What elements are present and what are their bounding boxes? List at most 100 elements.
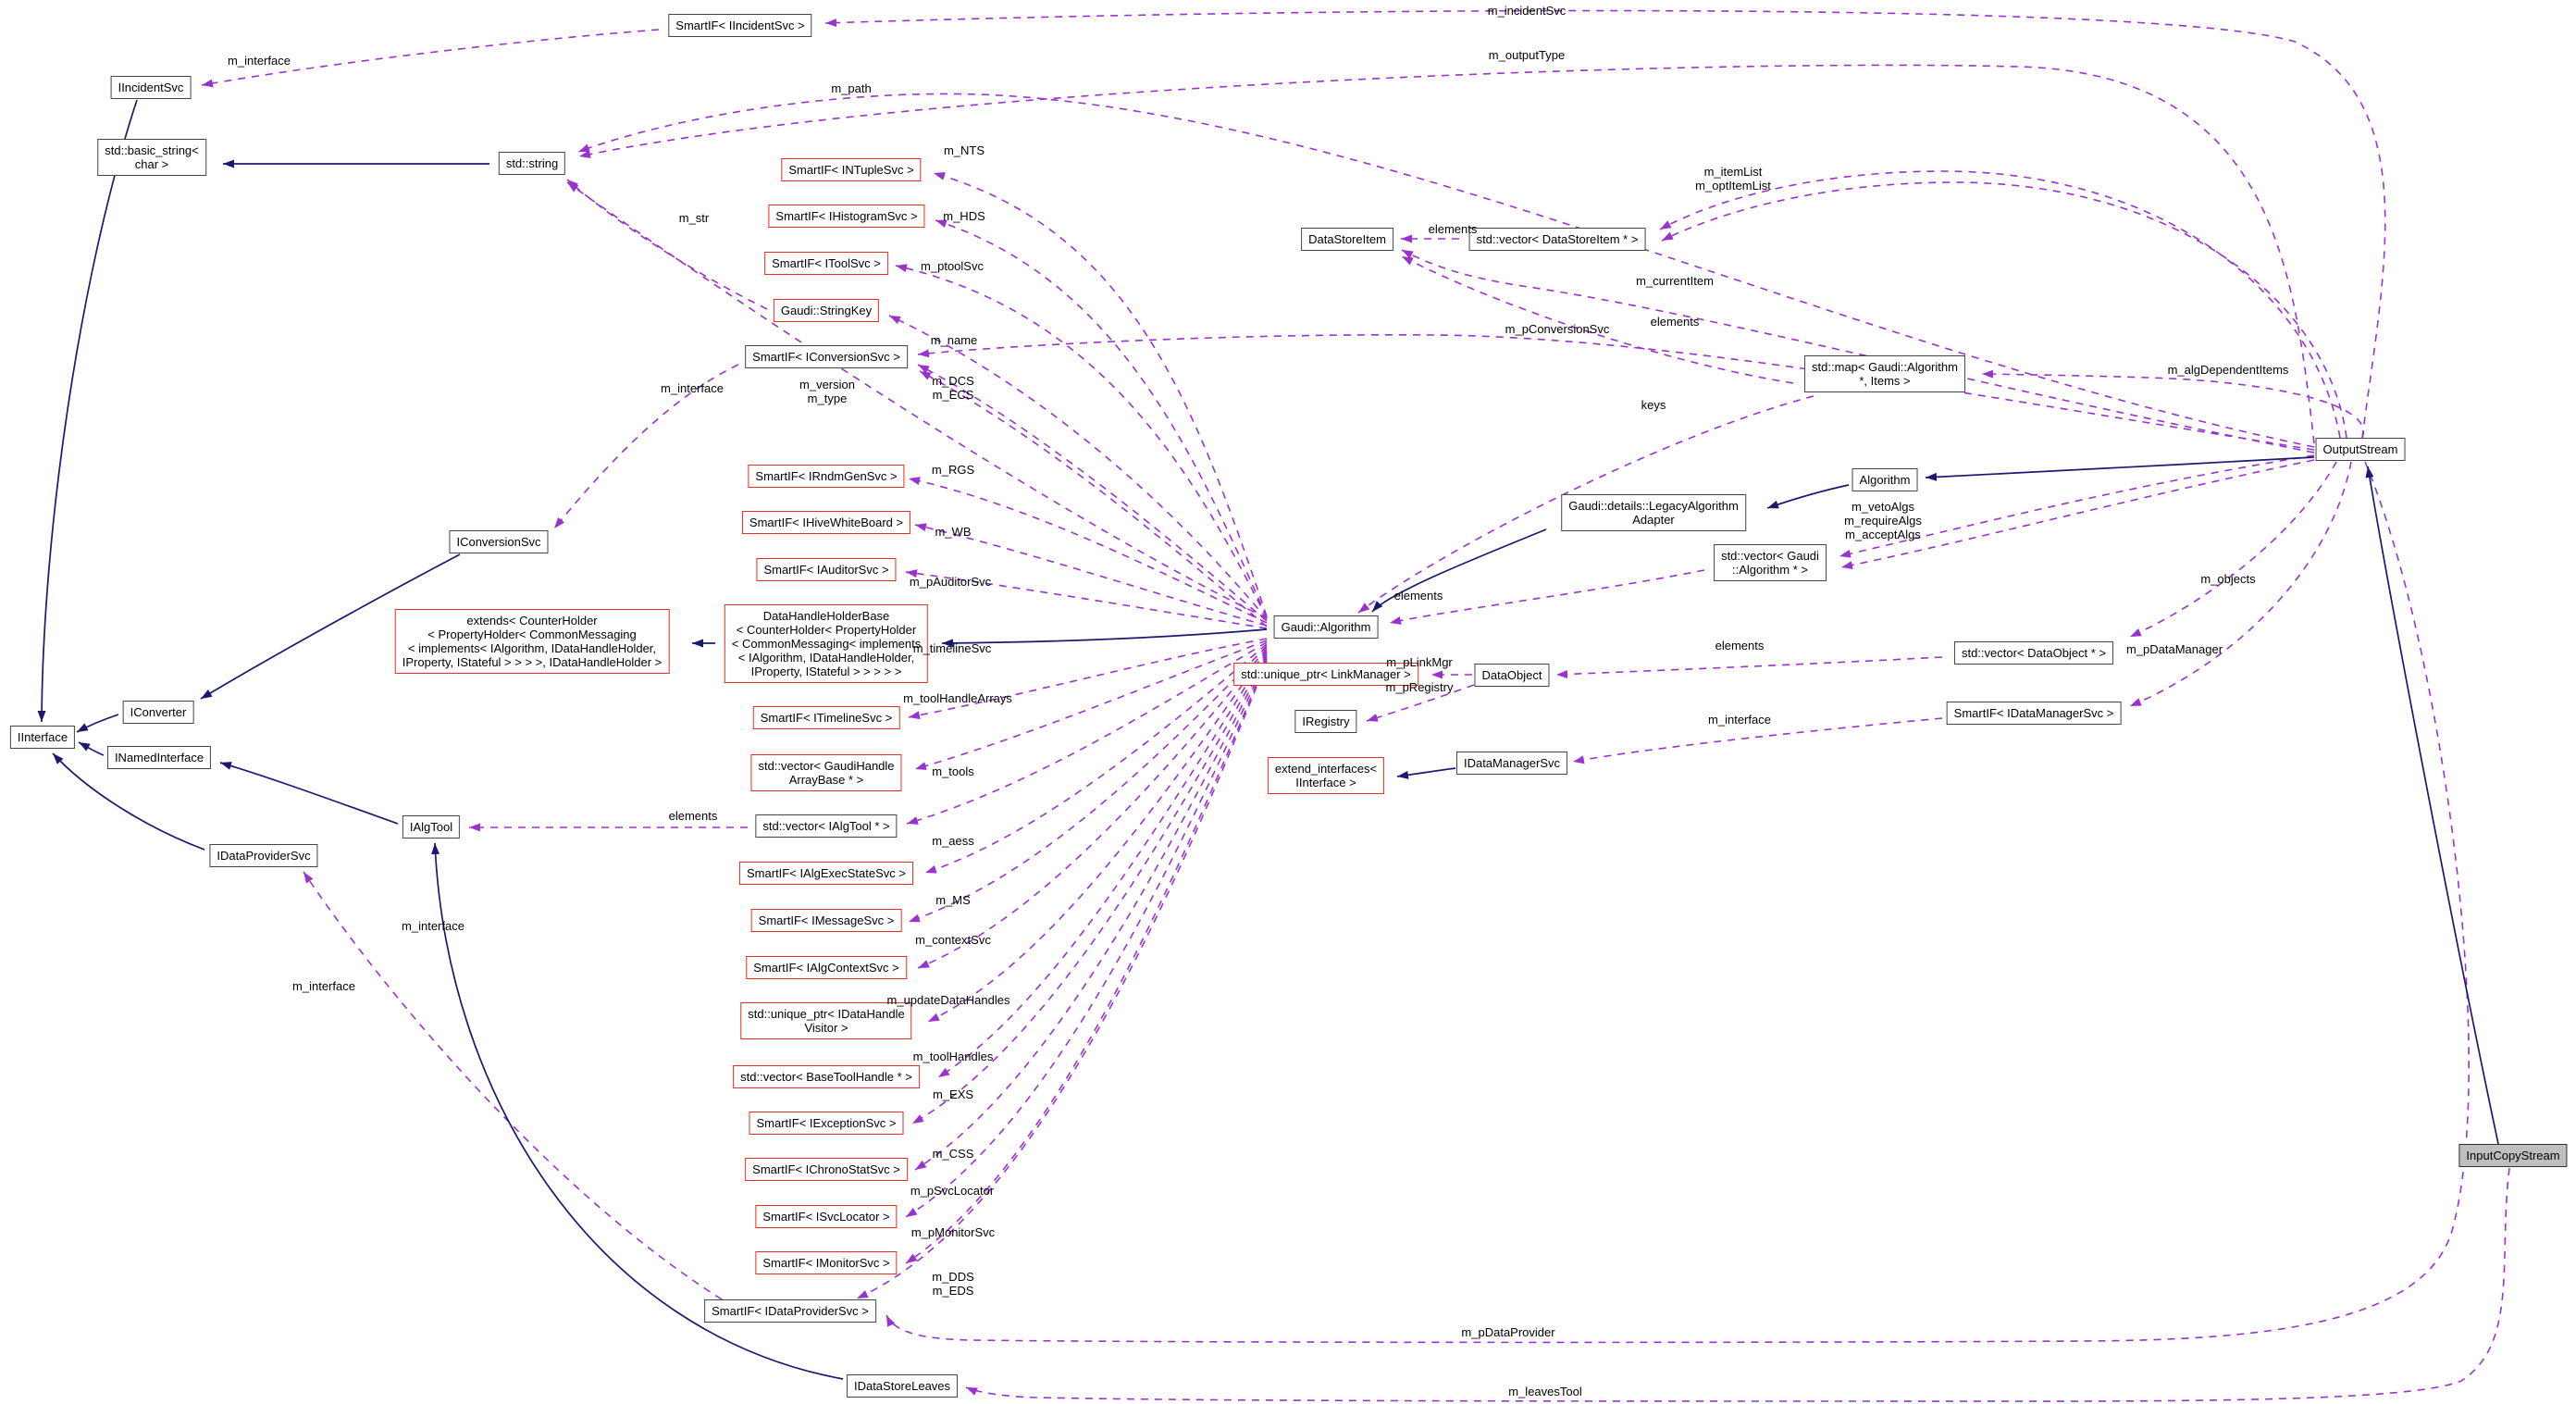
node-inamedinterface[interactable]: INamedInterface [107, 746, 211, 769]
node-smartif-ihivewhiteboard[interactable]: SmartIF< IHiveWhiteBoard > [742, 511, 910, 534]
node-idatastoreleaves[interactable]: IDataStoreLeaves [847, 1374, 958, 1398]
node-smartif-idatamanagersvc[interactable]: SmartIF< IDataManagerSvc > [1947, 702, 2122, 725]
node-label: std::vector< BaseToolHandle * > [740, 1070, 912, 1084]
node-idatamanagersvc[interactable]: IDataManagerSvc [1456, 752, 1567, 775]
node-vector-basetoolhandle[interactable]: std::vector< BaseToolHandle * > [733, 1065, 920, 1088]
node-label: SmartIF< IAuditorSvc > [763, 563, 888, 577]
node-smartif-ialgexecstatesvc[interactable]: SmartIF< IAlgExecStateSvc > [739, 862, 913, 885]
edge-label-m-currentitem: m_currentItem [1636, 274, 1714, 288]
node-iconversionsvc[interactable]: IConversionSvc [449, 530, 548, 553]
edge-vector-dataobject-to-dataobject-elements [1556, 657, 1942, 675]
node-label: SmartIF< ISvcLocator > [762, 1210, 889, 1224]
node-vector-gaudi-algorithm[interactable]: std::vector< Gaudi::Algorithm * > [1714, 544, 1827, 581]
node-label: SmartIF< IDataProviderSvc > [712, 1304, 869, 1318]
node-smartif-irndmgensvc[interactable]: SmartIF< IRndmGenSvc > [748, 465, 904, 488]
node-label: SmartIF< IHistogramSvc > [775, 209, 917, 223]
node-label: std::unique_ptr< IDataHandle [748, 1007, 904, 1021]
node-uniqueptr-idatahandlevisitor[interactable]: std::unique_ptr< IDataHandleVisitor > [740, 1002, 911, 1039]
node-gaudi-stringkey[interactable]: Gaudi::StringKey [774, 299, 879, 322]
node-smartif-ichronostatsvc[interactable]: SmartIF< IChronoStatSvc > [745, 1158, 908, 1181]
node-datahandleholderbase[interactable]: DataHandleHolderBase< CounterHolder< Pro… [724, 604, 928, 683]
node-vector-gaudihandlearraybase[interactable]: std::vector< GaudiHandleArrayBase * > [750, 754, 901, 791]
edge-smartif-idataprovidersvc-to-idataprovidersvc-m-interface [303, 872, 722, 1299]
node-smartif-iconversionsvc[interactable]: SmartIF< IConversionSvc > [745, 345, 908, 368]
node-label: Gaudi::StringKey [781, 304, 872, 317]
node-gaudi-algorithm[interactable]: Gaudi::Algorithm [1274, 615, 1379, 639]
node-dataobject[interactable]: DataObject [1474, 664, 1549, 687]
node-smartif-imessagesvc[interactable]: SmartIF< IMessageSvc > [751, 909, 902, 932]
edge-label-m-objects: m_objects [2200, 572, 2255, 586]
edge-label-m-pmonitorsvc: m_pMonitorSvc [911, 1225, 995, 1239]
node-smartif-ihistogramsvc[interactable]: SmartIF< IHistogramSvc > [768, 205, 924, 228]
edge-label-elements: elements [1715, 639, 1765, 652]
node-label: std::vector< Gaudi [1721, 549, 1819, 563]
edge-gaudi-algorithm-to-smartif-ihistogramsvc-m-hds [935, 220, 1267, 617]
edge-label-m-updatedatahandles: m_updateDataHandles [887, 993, 1010, 1007]
node-label: std::vector< DataObject * > [1962, 646, 2106, 660]
node-smartif-itimelinesvc[interactable]: SmartIF< ITimelineSvc > [753, 706, 900, 729]
node-label: IInterface > [1275, 776, 1377, 789]
node-std-string[interactable]: std::string [499, 152, 565, 175]
node-label: InputCopyStream [2466, 1149, 2559, 1162]
node-label: std::unique_ptr< LinkManager > [1241, 667, 1411, 681]
node-map-gaudi-algorithm-items[interactable]: std::map< Gaudi::Algorithm*, Items > [1804, 355, 1965, 392]
node-smartif-ialgcontextsvc[interactable]: SmartIF< IAlgContextSvc > [746, 956, 907, 979]
node-smartif-itoolsvc[interactable]: SmartIF< IToolSvc > [764, 252, 888, 275]
node-label: SmartIF< IToolSvc > [772, 256, 881, 270]
node-smartif-iincidentsvc[interactable]: SmartIF< IIncidentSvc > [668, 14, 811, 37]
node-smartif-iauditorsvc[interactable]: SmartIF< IAuditorSvc > [756, 558, 896, 581]
node-smartif-intuplesvc[interactable]: SmartIF< INTupleSvc > [781, 158, 921, 181]
edge-label-m-aess: m_aess [932, 834, 974, 848]
node-extend-interfaces-iinterface[interactable]: extend_interfaces<IInterface > [1268, 757, 1384, 794]
node-smartif-iexceptionsvc[interactable]: SmartIF< IExceptionSvc > [749, 1112, 903, 1135]
node-label: IDataStoreLeaves [854, 1379, 950, 1393]
node-vector-ialgtool[interactable]: std::vector< IAlgTool * > [755, 814, 897, 838]
node-vector-datastoreitem[interactable]: std::vector< DataStoreItem * > [1469, 228, 1646, 251]
node-label: SmartIF< ITimelineSvc > [761, 711, 893, 725]
node-label: std::string [506, 156, 558, 170]
node-label: IAlgTool [410, 820, 452, 834]
edge-label-m-interface: m_interface [1708, 713, 1771, 727]
node-smartif-idataprovidersvc[interactable]: SmartIF< IDataProviderSvc > [704, 1299, 876, 1323]
node-datastoreitem[interactable]: DataStoreItem [1301, 228, 1393, 251]
node-algorithm[interactable]: Algorithm [1852, 468, 1918, 491]
node-smartif-imonitorsvc[interactable]: SmartIF< IMonitorSvc > [755, 1251, 897, 1274]
edge-outputstream-to-smartif-idataprovidersvc-m-pdataprovider [886, 462, 2469, 1342]
node-idataprovidersvc[interactable]: IDataProviderSvc [209, 844, 317, 867]
node-vector-dataobject[interactable]: std::vector< DataObject * > [1954, 641, 2113, 665]
edge-label-m-itemlist: m_itemListm_optItemList [1695, 165, 1771, 193]
edge-gaudi-algorithm-to-vector-ialgtool-m-tools [907, 642, 1267, 824]
node-iconverter[interactable]: IConverter [123, 701, 194, 724]
node-label: Visitor > [748, 1021, 904, 1035]
edge-outputstream-to-vector-dataobject-m-objects [2130, 462, 2336, 637]
node-label: SmartIF< IMonitorSvc > [762, 1256, 889, 1270]
edge-inputcopystream-inherits-outputstream [2368, 466, 2498, 1144]
node-iregistry[interactable]: IRegistry [1294, 710, 1356, 733]
edge-inamedinterface-inherits-iinterface [79, 742, 104, 755]
node-label: extends< CounterHolder [402, 614, 663, 627]
node-label: DataStoreItem [1308, 232, 1386, 246]
node-label: SmartIF< IAlgContextSvc > [753, 961, 899, 975]
edge-label-m-path: m_path [831, 81, 871, 95]
node-inputcopystream[interactable]: InputCopyStream [2458, 1144, 2567, 1167]
node-basic-string[interactable]: std::basic_string<char > [97, 139, 206, 176]
node-label: std::vector< GaudiHandle [758, 759, 894, 773]
node-label: Adapter [1568, 513, 1739, 527]
edge-label-m-timelinesvc: m_timelineSvc [913, 641, 992, 655]
edge-label-m-ptoolsvc: m_ptoolSvc [921, 259, 984, 273]
edge-label-m-toolhandles: m_toolHandles [913, 1050, 994, 1063]
node-legacy-algorithm-adapter[interactable]: Gaudi::details::LegacyAlgorithmAdapter [1561, 494, 1746, 531]
node-iinterface[interactable]: IInterface [10, 726, 75, 749]
node-outputstream[interactable]: OutputStream [2316, 438, 2406, 461]
node-label: SmartIF< INTupleSvc > [788, 163, 913, 177]
node-label: Gaudi::Algorithm [1282, 620, 1371, 634]
node-label: SmartIF< IChronoStatSvc > [752, 1162, 900, 1176]
node-smartif-isvclocator[interactable]: SmartIF< ISvcLocator > [755, 1205, 897, 1228]
node-ialgtool[interactable]: IAlgTool [402, 815, 460, 839]
edge-label-m-vetoalgs: m_vetoAlgsm_requireAlgsm_acceptAlgs [1844, 500, 1922, 541]
node-label: extend_interfaces< [1275, 762, 1377, 776]
edge-gaudi-algorithm-to-string-m-version-m-type [567, 182, 1267, 618]
edge-label-m-hds: m_HDS [943, 209, 985, 223]
node-iincidentsvc[interactable]: IIncidentSvc [111, 76, 192, 99]
node-extends-counterholder[interactable]: extends< CounterHolder< PropertyHolder< … [395, 609, 670, 674]
